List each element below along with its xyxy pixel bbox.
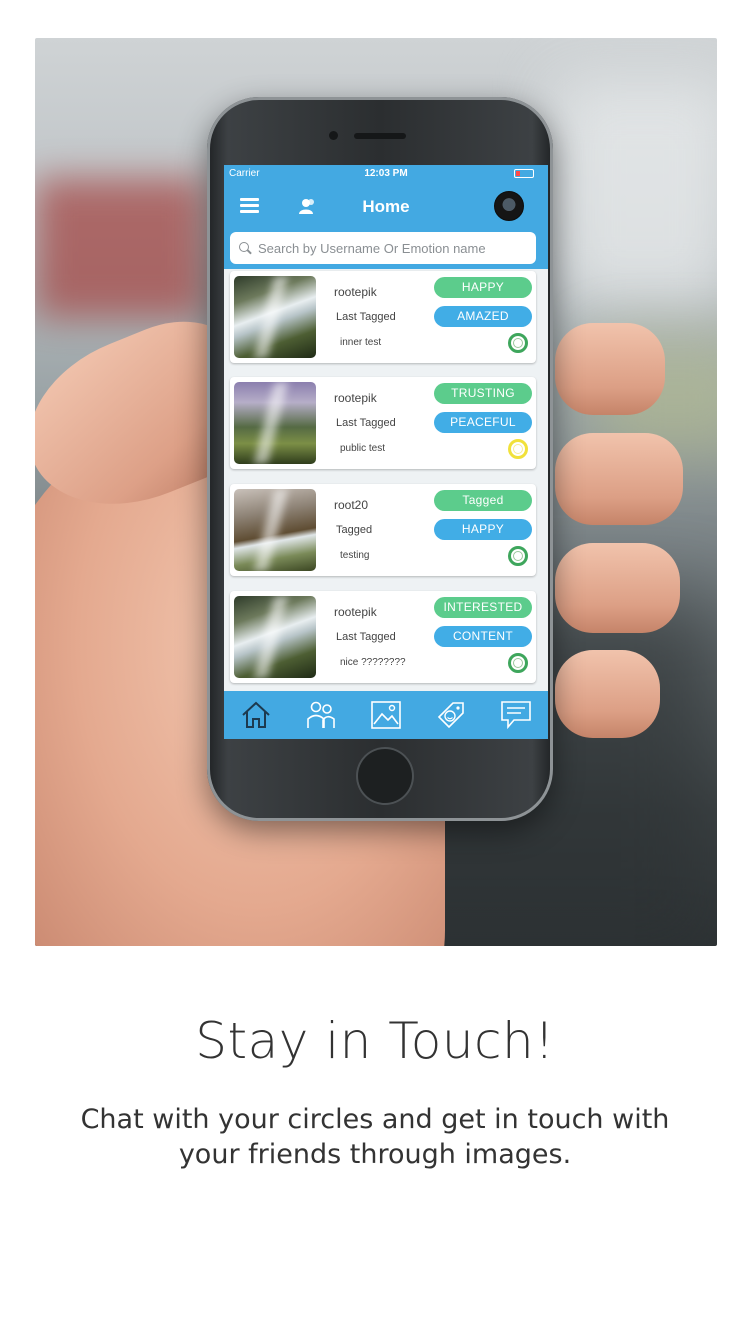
username: rootepik xyxy=(334,605,377,619)
thumbnail-image[interactable] xyxy=(234,489,316,571)
emotion-tag[interactable]: HAPPY xyxy=(434,519,532,540)
username: rootepik xyxy=(334,391,377,405)
tag-status: Last Tagged xyxy=(336,631,396,643)
search-icon xyxy=(239,242,251,254)
emotion-tag[interactable]: HAPPY xyxy=(434,277,532,298)
status-ring-icon xyxy=(508,439,528,459)
status-ring-icon xyxy=(508,546,528,566)
clock: 12:03 PM xyxy=(364,168,408,179)
tag-status: Tagged xyxy=(336,524,373,536)
status-ring-icon xyxy=(508,653,528,673)
status-bar: Carrier 12:03 PM xyxy=(224,165,548,183)
emotion-tag[interactable]: TRUSTING xyxy=(434,383,532,404)
note-text: inner test xyxy=(340,337,382,348)
thumbnail-image[interactable] xyxy=(234,382,316,464)
tag-icon[interactable] xyxy=(433,697,469,733)
battery-icon xyxy=(514,169,534,178)
avatar[interactable] xyxy=(494,191,524,221)
list-item[interactable]: rootepik Last Tagged inner test HAPPY AM… xyxy=(230,271,536,363)
chat-icon[interactable] xyxy=(498,697,534,733)
note-text: testing xyxy=(340,550,370,561)
thumbnail-image[interactable] xyxy=(234,276,316,358)
username: root20 xyxy=(334,498,369,512)
emotion-tag[interactable]: AMAZED xyxy=(434,306,532,327)
app-screen: Carrier 12:03 PM Home Search by Username… xyxy=(224,165,548,739)
emotion-tag[interactable]: Tagged xyxy=(434,490,532,511)
thumbnail-image[interactable] xyxy=(234,596,316,678)
tab-bar xyxy=(224,691,548,739)
home-icon[interactable] xyxy=(238,697,274,733)
note-text: nice ???????? xyxy=(340,657,406,668)
tag-status: Last Tagged xyxy=(336,311,396,323)
username: rootepik xyxy=(334,285,377,299)
tag-status: Last Tagged xyxy=(336,417,396,429)
search-placeholder: Search by Username Or Emotion name xyxy=(258,240,486,256)
description-text: Chat with your circles and get in touch … xyxy=(80,1104,670,1170)
emotion-tag[interactable]: PEACEFUL xyxy=(434,412,532,433)
home-hardware-button xyxy=(358,749,412,803)
emotion-tag[interactable]: INTERESTED xyxy=(434,597,532,618)
nav-bar: Home xyxy=(224,183,548,229)
friends-icon[interactable] xyxy=(303,697,339,733)
search-input[interactable]: Search by Username Or Emotion name xyxy=(230,232,536,264)
list-item[interactable]: rootepik Last Tagged nice ???????? INTER… xyxy=(230,591,536,683)
list-item[interactable]: root20 Tagged testing Tagged HAPPY xyxy=(230,484,536,576)
status-ring-icon xyxy=(508,333,528,353)
emotion-tag[interactable]: CONTENT xyxy=(434,626,532,647)
list-item[interactable]: rootepik Last Tagged public test TRUSTIN… xyxy=(230,377,536,469)
gallery-icon[interactable] xyxy=(368,697,404,733)
page-headline: Stay in Touch! xyxy=(195,1012,555,1070)
note-text: public test xyxy=(340,443,386,454)
